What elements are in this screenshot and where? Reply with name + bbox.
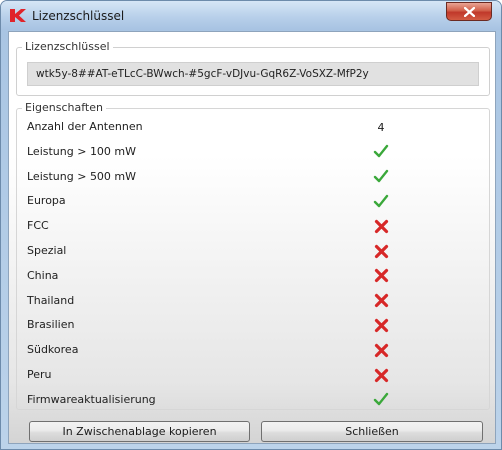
- property-label: Peru: [27, 368, 52, 381]
- property-label: Firmwareaktualisierung: [27, 392, 156, 406]
- property-label: China: [27, 268, 59, 282]
- license-key-dialog: Lizenzschlüssel Lizenzschlüssel wtk5y-8#…: [0, 0, 502, 450]
- close-button[interactable]: Schließen: [261, 421, 483, 442]
- copy-to-clipboard-button[interactable]: In Zwischenablage kopieren: [29, 421, 250, 442]
- checkmark-icon: [369, 142, 393, 162]
- property-row: Peru: [27, 365, 479, 385]
- window-title: Lizenzschlüssel: [32, 9, 125, 23]
- cross-icon: [369, 291, 393, 311]
- property-row: FCC: [27, 216, 479, 236]
- property-label: Thailand: [27, 293, 75, 307]
- checkmark-icon: [369, 191, 393, 211]
- property-row: Anzahl der Antennen 4: [27, 117, 479, 137]
- property-row: China: [27, 266, 479, 286]
- property-label: Leistung > 100 mW: [27, 144, 137, 158]
- title-bar[interactable]: Lizenzschlüssel: [1, 1, 501, 30]
- checkmark-icon: [369, 167, 393, 187]
- property-label: Anzahl der Antennen: [27, 120, 143, 133]
- property-label: Europa: [27, 194, 66, 208]
- checkmark-icon: [369, 390, 393, 410]
- property-row: Leistung > 100 mW: [27, 142, 479, 162]
- property-label: Südkorea: [27, 343, 79, 357]
- license-key-field[interactable]: wtk5y-8##AT-eTLcC-BWwch-#5gcF-vDJvu-GqR6…: [27, 62, 479, 86]
- property-row: Thailand: [27, 291, 479, 311]
- window-close-button[interactable]: [446, 2, 492, 21]
- close-icon: [463, 6, 475, 17]
- properties-group: Eigenschaften Anzahl der Antennen 4 Leistu…: [16, 101, 490, 410]
- license-key-legend: Lizenzschlüssel: [22, 40, 113, 53]
- property-label: FCC: [27, 219, 49, 233]
- cross-icon: [369, 315, 393, 335]
- property-row: Südkorea: [27, 340, 479, 360]
- property-row: Leistung > 500 mW: [27, 167, 479, 187]
- property-label: Spezial: [27, 244, 67, 257]
- cross-icon: [369, 216, 393, 236]
- property-row: Firmwareaktualisierung: [27, 390, 479, 410]
- property-row: Spezial: [27, 241, 479, 261]
- cross-icon: [369, 241, 393, 261]
- property-row: Europa: [27, 191, 479, 211]
- property-label: Leistung > 500 mW: [27, 169, 137, 183]
- app-logo-icon: [10, 9, 26, 22]
- dialog-content: Lizenzschlüssel wtk5y-8##AT-eTLcC-BWwch-…: [8, 31, 496, 444]
- license-key-group: Lizenzschlüssel wtk5y-8##AT-eTLcC-BWwch-…: [16, 40, 490, 96]
- cross-icon: [369, 266, 393, 286]
- property-row: Brasilien: [27, 315, 479, 335]
- cross-icon: [369, 365, 393, 385]
- property-label: Brasilien: [27, 318, 75, 332]
- properties-legend: Eigenschaften: [22, 101, 106, 114]
- cross-icon: [369, 340, 393, 360]
- property-value: 4: [377, 120, 385, 134]
